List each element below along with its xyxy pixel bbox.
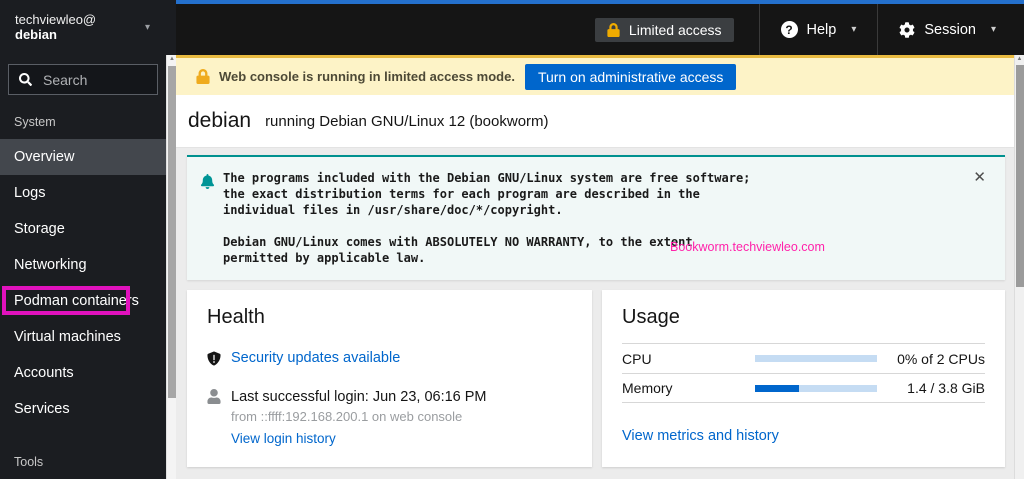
help-label: Help	[806, 21, 837, 38]
session-label: Session	[924, 21, 976, 38]
sidebar-item-networking[interactable]: Networking	[0, 247, 166, 283]
host-switcher[interactable]: techviewleo@ debian ▾	[0, 0, 176, 55]
chevron-down-icon: ▾	[990, 24, 996, 35]
limited-access-button[interactable]: Limited access	[594, 17, 734, 42]
limited-access-label: Limited access	[628, 21, 722, 38]
memory-progress-bar	[755, 384, 877, 392]
masthead: Limited access ? Help ▾ Session ▾	[176, 0, 1024, 55]
sidebar-item-label: Podman containers	[14, 293, 139, 309]
lock-icon	[196, 69, 210, 84]
memory-progress-fill	[755, 384, 799, 392]
user-host-block: techviewleo@ debian	[15, 12, 145, 43]
cpu-usage-value: 0% of 2 CPUs	[897, 350, 985, 367]
cpu-progress-bar	[755, 355, 877, 362]
gear-icon	[899, 21, 915, 38]
chevron-down-icon: ▾	[144, 22, 150, 33]
memory-usage-row: Memory 1.4 / 3.8 GiB	[622, 373, 985, 403]
last-login-row: Last successful login: Jun 23, 06:16 PM	[207, 389, 572, 405]
sidebar-scrollbar-thumb[interactable]	[168, 66, 176, 398]
bell-icon	[200, 174, 215, 189]
page-title: debian	[188, 109, 252, 132]
cockpit-web-console: techviewleo@ debian ▾ System Overview Lo…	[0, 0, 1024, 479]
sidebar-item-storage[interactable]: Storage	[0, 211, 166, 247]
banner-message: Web console is running in limited access…	[219, 69, 515, 84]
close-icon[interactable]: ✕	[973, 168, 986, 186]
sidebar-scrollbar[interactable]: ▲	[166, 55, 176, 479]
last-login-detail: from ::ffff:192.168.200.1 on web console	[231, 409, 463, 424]
shield-exclamation-icon	[207, 351, 221, 365]
user-icon	[207, 389, 221, 404]
turn-on-admin-access-button[interactable]: Turn on administrative access	[524, 63, 737, 90]
search-box[interactable]	[8, 64, 158, 95]
overview-content: The programs included with the Debian GN…	[176, 148, 1014, 479]
sidebar-item-podman-containers[interactable]: Podman containers	[0, 283, 166, 319]
lock-icon	[607, 22, 620, 37]
limited-access-banner: Web console is running in limited access…	[176, 55, 1014, 95]
watermark-text: Bookworm.techviewleo.com	[670, 240, 825, 254]
help-menu[interactable]: ? Help ▾	[760, 4, 878, 55]
usage-card-title: Usage	[622, 306, 680, 328]
memory-usage-value: 1.4 / 3.8 GiB	[907, 380, 985, 396]
scrollbar-up-arrow-icon[interactable]: ▲	[167, 56, 177, 62]
usage-table: CPU 0% of 2 CPUs Memory 1.4 / 3.8 GiB	[622, 343, 985, 403]
cpu-label: CPU	[622, 350, 652, 367]
memory-label: Memory	[622, 380, 673, 396]
hostname: debian	[15, 27, 57, 42]
os-description: running Debian GNU/Linux 12 (bookworm)	[265, 112, 549, 130]
section-label-tools: Tools	[14, 455, 44, 469]
sidebar-item-services[interactable]: Services	[0, 391, 166, 427]
security-updates-link[interactable]: Security updates available	[231, 350, 400, 366]
security-updates-row: Security updates available	[207, 350, 572, 366]
motd-alert: The programs included with the Debian GN…	[187, 155, 1005, 280]
sidebar-item-virtual-machines[interactable]: Virtual machines	[0, 319, 166, 355]
scrollbar-up-arrow-icon[interactable]: ▲	[1015, 56, 1024, 62]
sidebar-item-accounts[interactable]: Accounts	[0, 355, 166, 391]
view-metrics-link[interactable]: View metrics and history	[622, 428, 779, 444]
sidebar-nav: System Overview Logs Storage Networking …	[0, 115, 176, 469]
section-label-system: System	[14, 115, 56, 129]
view-login-history-link[interactable]: View login history	[231, 431, 336, 446]
last-login-text: Last successful login: Jun 23, 06:16 PM	[231, 389, 487, 405]
page-title-bar: debian running Debian GNU/Linux 12 (book…	[176, 95, 1014, 148]
username: techviewleo@	[15, 12, 97, 27]
sidebar: techviewleo@ debian ▾ System Overview Lo…	[0, 0, 176, 479]
usage-card: Usage CPU 0% of 2 CPUs Memory 1.4 / 3.8 …	[602, 290, 1005, 467]
health-card-title: Health	[207, 306, 265, 328]
sidebar-item-logs[interactable]: Logs	[0, 175, 166, 211]
sidebar-item-overview[interactable]: Overview	[0, 139, 166, 175]
chevron-down-icon: ▾	[851, 24, 857, 35]
session-menu[interactable]: Session ▾	[878, 4, 1024, 55]
page-scrollbar[interactable]: ▲	[1014, 55, 1024, 479]
health-card: Health Security updates available Last s…	[187, 290, 592, 467]
cpu-usage-row: CPU 0% of 2 CPUs	[622, 343, 985, 373]
page-scrollbar-thumb[interactable]	[1016, 65, 1024, 287]
search-icon	[19, 73, 32, 86]
help-icon: ?	[780, 21, 798, 38]
search-input[interactable]	[41, 70, 147, 89]
